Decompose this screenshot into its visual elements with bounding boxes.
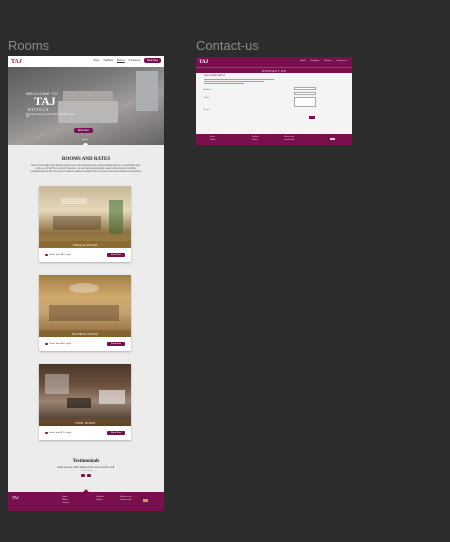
nav-home[interactable]: Home xyxy=(93,59,99,62)
footer-col-2: Facilities Gallery xyxy=(96,496,104,502)
info-icon xyxy=(45,342,48,346)
contact-footer-col-1: Home Rooms xyxy=(210,136,216,141)
contact-text-line xyxy=(204,83,244,84)
footer-brand[interactable]: TAJ xyxy=(12,496,19,500)
footer-col-1: Home Rooms Contact xyxy=(62,496,69,505)
single-room-image: SINGLE ROOM xyxy=(39,186,131,248)
contact-logo[interactable]: TAJ xyxy=(199,60,208,65)
twin-room-book-button[interactable]: Book Now xyxy=(107,431,125,435)
contact-title: CONTACT US xyxy=(196,67,352,73)
hero-text: WELCOME TO TAJ HOTELS Experience luxury … xyxy=(26,91,76,118)
info-icon xyxy=(45,253,48,257)
contact-nav: Home Facilities Rooms Contact-us xyxy=(300,60,347,62)
rooms-frame[interactable]: TAJ Home Facilities Rooms Contact-us Boo… xyxy=(8,56,164,511)
testimonials-title: Testimonials xyxy=(72,459,100,464)
room-window xyxy=(45,374,69,394)
footer-text: social media xyxy=(120,499,132,501)
double-room-book-button[interactable]: Book Now xyxy=(107,342,125,346)
hero-banner: WELCOME TO TAJ HOTELS Experience luxury … xyxy=(8,67,164,145)
rooms-logo[interactable]: TAJ xyxy=(11,59,22,65)
contact-topbar: TAJ Home Facilities Rooms Contact-us xyxy=(196,57,352,67)
testimonial-quote: Great service, staff ! Enjoyed the room … xyxy=(57,466,115,469)
room-light xyxy=(69,283,99,293)
contact-nav-rooms[interactable]: Rooms xyxy=(324,60,331,62)
double-room-rate: Rates from $80 / night xyxy=(49,343,72,345)
twin-room-image: TWIN ROOM xyxy=(39,364,131,426)
contact-nav-contact[interactable]: Contact-us xyxy=(336,60,347,62)
contact-footer-badge-icon[interactable] xyxy=(330,138,335,140)
contact-frame[interactable]: TAJ Home Facilities Rooms Contact-us CON… xyxy=(196,57,352,145)
testimonial-author: - Guest review xyxy=(79,470,93,472)
rooms-nav: Home Facilities Rooms Contact-us Book No… xyxy=(93,58,161,63)
room-bed xyxy=(49,305,119,321)
contact-phone-label: Phone xyxy=(204,97,210,99)
double-room-caption: DOUBLE ROOM xyxy=(39,330,131,337)
footer-link[interactable]: Contact xyxy=(62,502,69,505)
room-card-twin[interactable]: TWIN ROOM Rates from $70 / night Book No… xyxy=(39,364,131,440)
prev-arrow-icon[interactable] xyxy=(81,474,85,477)
nav-rooms[interactable]: Rooms xyxy=(117,59,125,62)
contact-email-label: Email xyxy=(204,109,210,111)
twin-room-info: Rates from $70 / night xyxy=(45,431,72,435)
room-card-single[interactable]: SINGLE ROOM Rates from $60 / night Book … xyxy=(39,186,131,262)
single-room-book-button[interactable]: Book Now xyxy=(107,253,125,257)
contact-heading: Get in touch with us xyxy=(204,74,225,77)
rooms-topnav: TAJ Home Facilities Rooms Contact-us Boo… xyxy=(8,56,164,67)
rooms-section-title: ROOMS AND RATES xyxy=(61,157,111,162)
room-card-double[interactable]: DOUBLE ROOM Rates from $80 / night Book … xyxy=(39,275,131,351)
info-icon xyxy=(45,431,48,435)
contact-text-line xyxy=(204,79,274,80)
nav-book-button[interactable]: Book Now xyxy=(144,58,161,63)
footer-col-3: Follow us on social media xyxy=(120,496,131,502)
footer-link[interactable]: Gallery xyxy=(96,499,104,502)
contact-footer: Home Rooms Facilities Gallery Follow us … xyxy=(196,134,352,145)
single-room-rate: Rates from $60 / night xyxy=(49,254,72,256)
nav-facilities[interactable]: Facilities xyxy=(104,59,113,62)
contact-footer-col-3: Follow us on social media xyxy=(284,136,294,141)
twin-room-rate: Rates from $70 / night xyxy=(49,432,72,434)
contact-address-label: Address xyxy=(204,89,212,91)
footer-link[interactable]: Rooms xyxy=(210,139,216,142)
double-room-info: Rates from $80 / night xyxy=(45,342,72,346)
room-plant xyxy=(109,200,123,234)
footer-badge-icon[interactable] xyxy=(143,499,148,502)
single-room-caption: SINGLE ROOM xyxy=(39,241,131,248)
double-room-footer: Rates from $80 / night Book Now xyxy=(39,337,131,351)
contact-nav-home[interactable]: Home xyxy=(300,60,306,62)
scroll-label: Scroll xyxy=(82,139,88,141)
next-arrow-icon[interactable] xyxy=(87,474,91,477)
room-sofa xyxy=(53,216,101,230)
message-field[interactable] xyxy=(294,97,316,107)
contact-text-line xyxy=(204,81,264,82)
nav-contact[interactable]: Contact-us xyxy=(129,59,141,62)
hero-book-button[interactable]: Book Now xyxy=(74,128,93,133)
send-button[interactable] xyxy=(309,116,315,119)
contact-footer-col-2: Facilities Gallery xyxy=(252,136,259,141)
footer-notch xyxy=(83,489,89,495)
room-bed xyxy=(99,390,125,404)
footer-text: social media xyxy=(284,138,294,141)
testimonial-arrows xyxy=(81,474,91,477)
scroll-down-icon[interactable] xyxy=(83,143,88,145)
room-chairs xyxy=(67,398,91,408)
hero-brand: TAJ xyxy=(34,94,56,108)
name-field[interactable] xyxy=(294,87,316,90)
hero-subtitle: Experience luxury and comfort in the hea… xyxy=(26,114,76,118)
single-room-info: Rates from $60 / night xyxy=(45,253,72,257)
footer-link[interactable]: Gallery xyxy=(252,139,259,142)
contact-frame-label[interactable]: Contact-us xyxy=(196,38,259,53)
rooms-footer: TAJ Home Rooms Contact Facilities Galler… xyxy=(8,489,164,511)
email-field[interactable] xyxy=(294,92,316,95)
single-room-footer: Rates from $60 / night Book Now xyxy=(39,248,131,262)
twin-room-footer: Rates from $70 / night Book Now xyxy=(39,426,131,440)
twin-room-caption: TWIN ROOM xyxy=(39,419,131,426)
double-room-image: DOUBLE ROOM xyxy=(39,275,131,337)
rooms-section-description: Each of our bright, light-flooded rooms … xyxy=(30,165,142,173)
room-art xyxy=(61,198,87,204)
rooms-frame-label[interactable]: Rooms xyxy=(8,38,49,53)
contact-nav-facilities[interactable]: Facilities xyxy=(311,60,320,62)
